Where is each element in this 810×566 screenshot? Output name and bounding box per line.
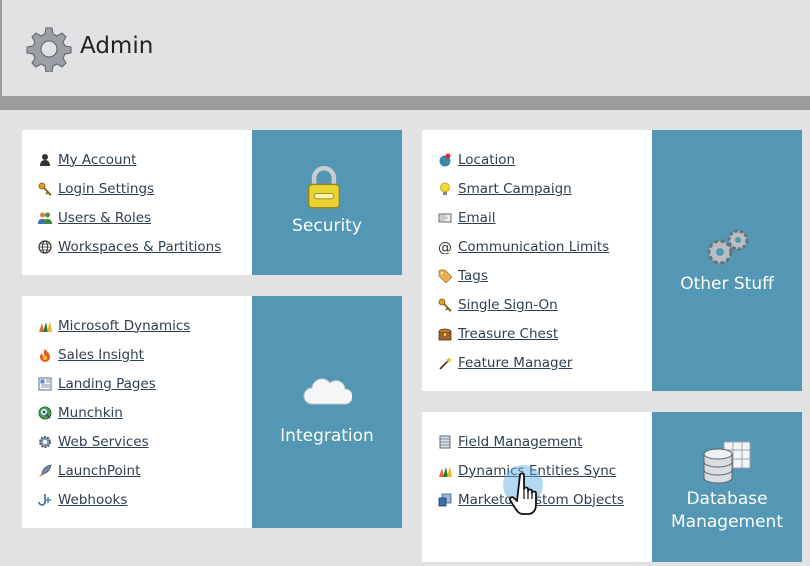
wand-icon <box>438 356 452 370</box>
users-roles-link[interactable]: Users & Roles <box>58 210 151 226</box>
launchpoint-link[interactable]: LaunchPoint <box>58 463 140 479</box>
database-tile-label-line1: Database <box>686 489 768 509</box>
workspaces-partitions-link[interactable]: Workspaces & Partitions <box>58 239 221 255</box>
cloud-icon <box>303 378 352 405</box>
chest-icon <box>438 327 452 341</box>
link-microsoft-dynamics[interactable]: Microsoft Dynamics <box>38 311 190 340</box>
page-title: Admin <box>80 33 154 59</box>
svg-text:@: @ <box>438 240 452 254</box>
link-smart-campaign[interactable]: Smart Campaign <box>438 174 609 203</box>
database-panel: Field Management Dynamics Entities Sync … <box>422 412 652 562</box>
munchkin-icon <box>38 406 52 420</box>
other-stuff-tile[interactable]: Other Stuff <box>652 130 802 391</box>
link-users-roles[interactable]: Users & Roles <box>38 203 221 232</box>
gear-icon <box>26 27 72 72</box>
key-icon <box>38 182 52 196</box>
lightbulb-icon <box>438 182 452 196</box>
link-email[interactable]: Email <box>438 203 609 232</box>
database-icon <box>703 441 751 484</box>
link-single-sign-on[interactable]: Single Sign-On <box>438 290 609 319</box>
link-field-management[interactable]: Field Management <box>438 427 624 456</box>
link-launchpoint[interactable]: LaunchPoint <box>38 456 190 485</box>
field-icon <box>438 435 452 449</box>
gears-icon <box>707 229 749 265</box>
rocket-icon <box>38 464 52 478</box>
link-tags[interactable]: Tags <box>438 261 609 290</box>
key-icon <box>438 298 452 312</box>
security-links: My Account Login Settings Users & Roles … <box>38 145 221 261</box>
link-dynamics-entities-sync[interactable]: Dynamics Entities Sync <box>438 456 624 485</box>
other-stuff-tile-label: Other Stuff <box>680 274 774 294</box>
my-account-link[interactable]: My Account <box>58 152 136 168</box>
field-management-link[interactable]: Field Management <box>458 434 582 450</box>
link-marketo-custom-objects[interactable]: Marketo Custom Objects <box>438 485 624 514</box>
user-icon <box>38 153 52 167</box>
munchkin-link[interactable]: Munchkin <box>58 405 123 421</box>
security-tile[interactable]: Security <box>252 130 402 275</box>
link-webhooks[interactable]: Webhooks <box>38 485 190 514</box>
database-tile-label-line2: Management <box>671 512 783 532</box>
database-links: Field Management Dynamics Entities Sync … <box>438 427 624 514</box>
dynamics-icon <box>38 319 52 333</box>
smart-campaign-link[interactable]: Smart Campaign <box>458 181 572 197</box>
tags-link[interactable]: Tags <box>458 268 488 284</box>
at-icon: @ <box>438 240 452 254</box>
sales-insight-link[interactable]: Sales Insight <box>58 347 144 363</box>
email-icon <box>438 211 452 225</box>
link-login-settings[interactable]: Login Settings <box>38 174 221 203</box>
link-workspaces-partitions[interactable]: Workspaces & Partitions <box>38 232 221 261</box>
microsoft-dynamics-link[interactable]: Microsoft Dynamics <box>58 318 190 334</box>
marketo-custom-objects-link[interactable]: Marketo Custom Objects <box>458 492 624 508</box>
location-link[interactable]: Location <box>458 152 515 168</box>
dynamics-icon <box>438 464 452 478</box>
email-link[interactable]: Email <box>458 210 495 226</box>
database-management-tile[interactable]: Database Management <box>652 412 802 562</box>
link-treasure-chest[interactable]: Treasure Chest <box>438 319 609 348</box>
header-divider <box>0 96 810 110</box>
integration-panel: Microsoft Dynamics Sales Insight Landing… <box>22 296 252 528</box>
single-sign-on-link[interactable]: Single Sign-On <box>458 297 558 313</box>
other-panel: Location Smart Campaign Email @ Communic… <box>422 130 652 391</box>
dynamics-entities-sync-link[interactable]: Dynamics Entities Sync <box>458 463 616 479</box>
users-icon <box>38 211 52 225</box>
integration-links: Microsoft Dynamics Sales Insight Landing… <box>38 311 190 514</box>
hook-icon <box>38 493 52 507</box>
link-location[interactable]: Location <box>438 145 609 174</box>
other-links: Location Smart Campaign Email @ Communic… <box>438 145 609 377</box>
page-icon <box>38 377 52 391</box>
link-landing-pages[interactable]: Landing Pages <box>38 369 190 398</box>
feature-manager-link[interactable]: Feature Manager <box>458 355 572 371</box>
integration-tile[interactable]: Integration <box>252 296 402 528</box>
link-sales-insight[interactable]: Sales Insight <box>38 340 190 369</box>
flame-icon <box>38 348 52 362</box>
globe-icon <box>38 239 52 254</box>
tag-icon <box>438 269 452 283</box>
link-communication-limits[interactable]: @ Communication Limits <box>438 232 609 261</box>
landing-pages-link[interactable]: Landing Pages <box>58 376 156 392</box>
link-my-account[interactable]: My Account <box>38 145 221 174</box>
cog-icon <box>38 435 52 449</box>
link-feature-manager[interactable]: Feature Manager <box>438 348 609 377</box>
objects-icon <box>438 493 452 507</box>
padlock-icon <box>308 166 340 209</box>
location-icon <box>438 153 452 167</box>
link-munchkin[interactable]: Munchkin <box>38 398 190 427</box>
webhooks-link[interactable]: Webhooks <box>58 492 127 508</box>
web-services-link[interactable]: Web Services <box>58 434 149 450</box>
communication-limits-link[interactable]: Communication Limits <box>458 239 609 255</box>
login-settings-link[interactable]: Login Settings <box>58 181 154 197</box>
security-panel: My Account Login Settings Users & Roles … <box>22 130 252 275</box>
security-tile-label: Security <box>292 216 362 236</box>
treasure-chest-link[interactable]: Treasure Chest <box>458 326 558 342</box>
integration-tile-label: Integration <box>280 426 374 446</box>
link-web-services[interactable]: Web Services <box>38 427 190 456</box>
page-header: Admin <box>0 0 810 96</box>
